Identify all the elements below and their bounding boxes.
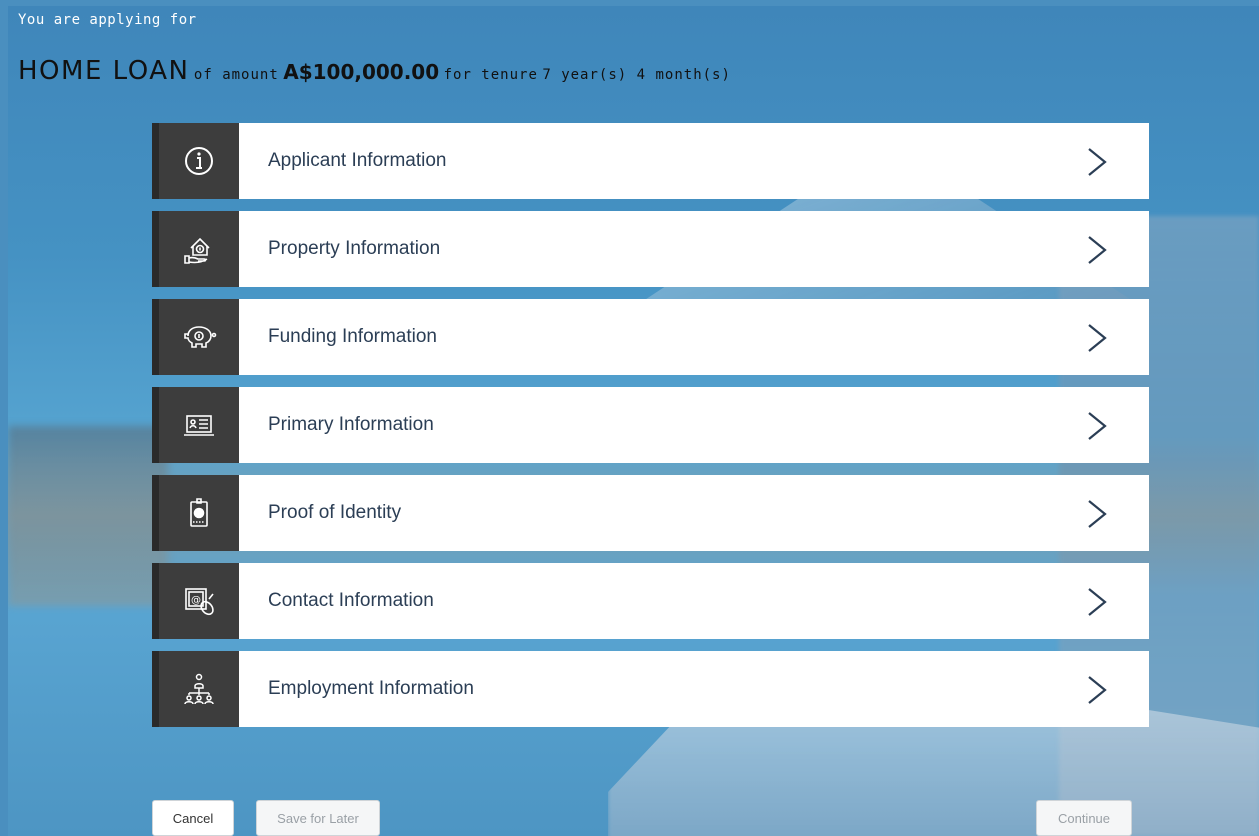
chevron-right-icon [1088,588,1107,616]
product-name: HOME LOAN [18,56,190,86]
email-mouse-icon: @ [152,563,239,639]
chevron-right-icon [1088,412,1107,440]
section-employment-information[interactable]: Employment Information [152,651,1149,727]
loan-summary: HOME LOAN of amount A$100,000.00 for ten… [18,56,731,86]
save-for-later-button[interactable]: Save for Later [256,800,380,836]
section-label: Applicant Information [268,150,447,171]
chevron-right-icon [1088,676,1107,704]
section-property-information[interactable]: Property Information [152,211,1149,287]
section-label: Funding Information [268,326,437,347]
loan-tenure: 7 year(s) 4 month(s) [542,67,731,83]
section-label: Property Information [268,238,441,259]
section-label: Contact Information [268,590,434,611]
section-primary-information[interactable]: Primary Information [152,387,1149,463]
section-funding-information[interactable]: Funding Information [152,299,1149,375]
chevron-right-icon [1088,148,1107,176]
applying-for-text: You are applying for [18,12,197,28]
id-badge-icon [152,475,239,551]
section-applicant-information[interactable]: Applicant Information [152,123,1149,199]
for-tenure-text: for tenure [443,67,538,83]
piggy-bank-icon [152,299,239,375]
section-label: Proof of Identity [268,502,402,523]
application-sections: Applicant Information Property Informati… [152,123,1149,739]
chevron-right-icon [1088,236,1107,264]
continue-button[interactable]: Continue [1036,800,1132,836]
chevron-right-icon [1088,324,1107,352]
of-amount-text: of amount [193,67,279,83]
org-people-icon [152,651,239,727]
section-proof-of-identity[interactable]: Proof of Identity [152,475,1149,551]
chevron-right-icon [1088,500,1107,528]
cancel-button[interactable]: Cancel [152,800,234,836]
loan-amount: A$100,000.00 [283,60,440,84]
section-contact-information[interactable]: @ Contact Information [152,563,1149,639]
svg-text:@: @ [191,595,201,606]
info-icon [152,123,239,199]
section-label: Primary Information [268,414,434,435]
section-label: Employment Information [268,678,474,699]
house-hand-icon [152,211,239,287]
id-card-laptop-icon [152,387,239,463]
